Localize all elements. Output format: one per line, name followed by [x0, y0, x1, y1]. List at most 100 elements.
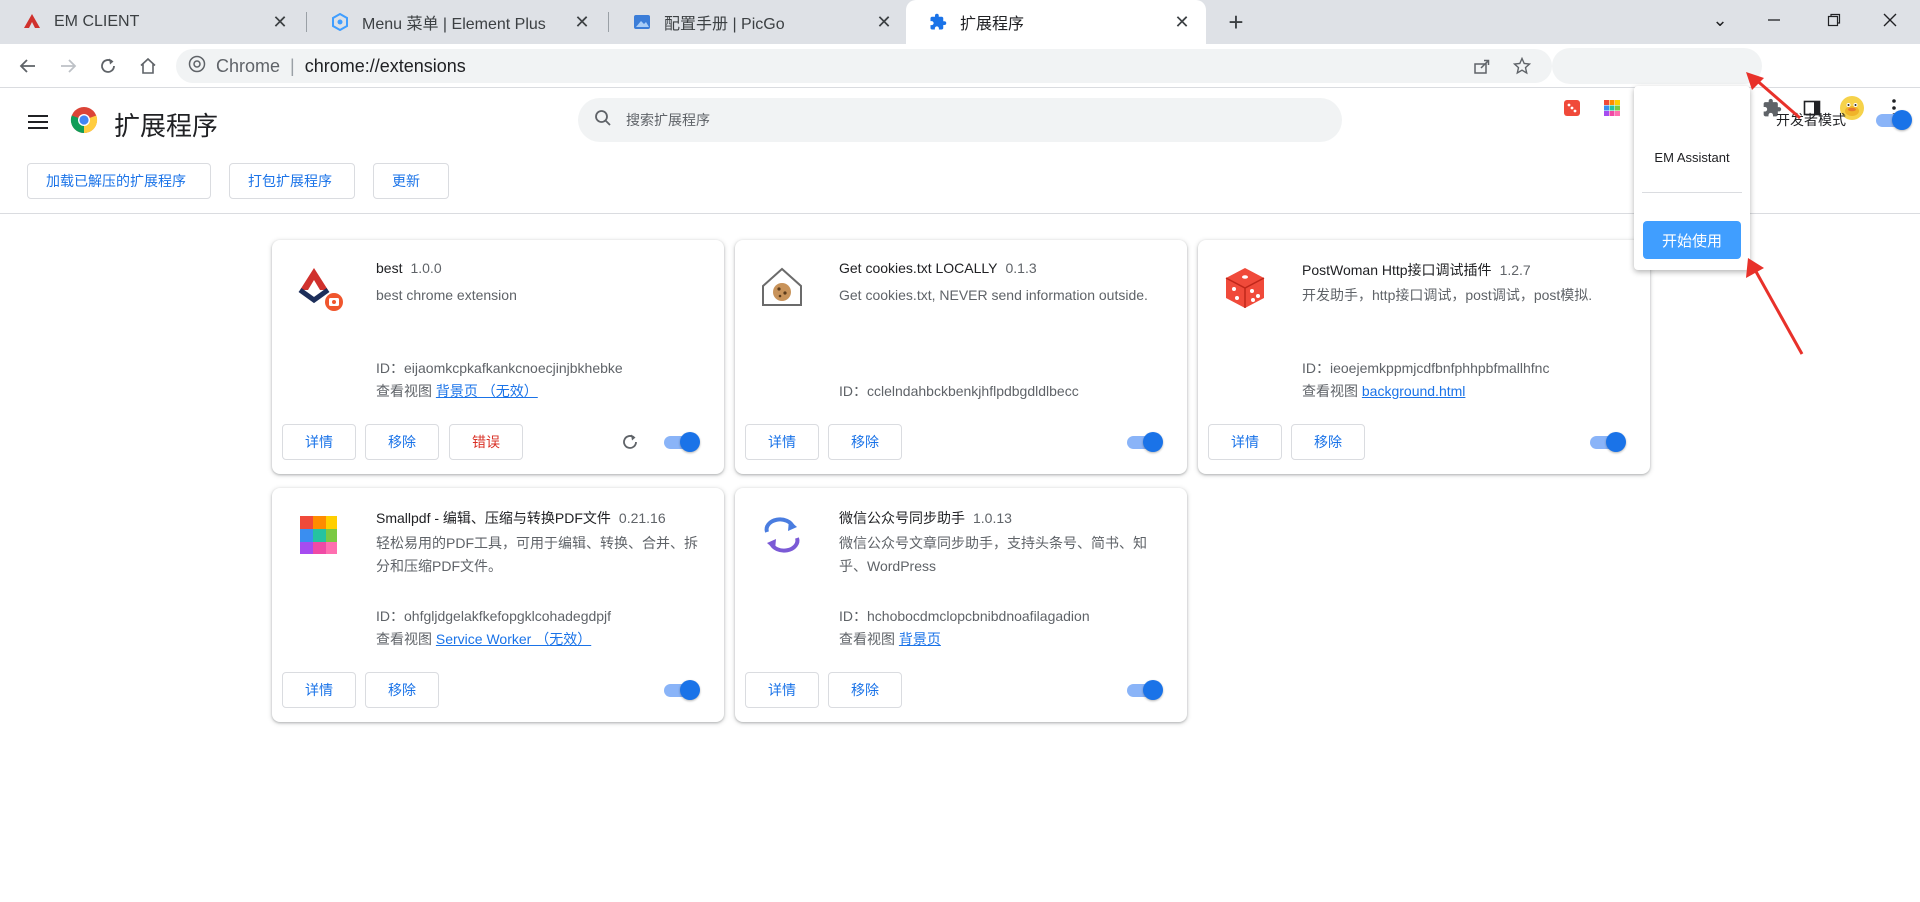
- smallpdf-icon: [294, 510, 344, 560]
- card-footer: 详情 移除: [735, 666, 1187, 722]
- get-started-button[interactable]: 开始使用: [1643, 221, 1741, 259]
- remove-button[interactable]: 移除: [365, 672, 439, 708]
- remove-button[interactable]: 移除: [828, 424, 902, 460]
- tab-strip: EM CLIENT ✕ Menu 菜单 | Element Plus ✕ 配置手…: [0, 0, 1920, 44]
- extension-version: 0.21.16: [618, 510, 666, 526]
- search-input[interactable]: 搜索扩展程序: [578, 98, 1342, 142]
- inspect-view-link[interactable]: background.html: [1362, 383, 1466, 399]
- tab-element-plus[interactable]: Menu 菜单 | Element Plus ✕: [308, 0, 606, 44]
- extension-name-row: Get cookies.txt LOCALLY 0.1.3: [839, 260, 1037, 276]
- extension-description: best chrome extension: [376, 287, 517, 303]
- extension-id: ID：ieoejemkppmjcdfbnfphhpbfmallhfnc: [1302, 360, 1550, 376]
- extension-name: Get cookies.txt LOCALLY: [839, 260, 998, 276]
- details-button[interactable]: 详情: [1208, 424, 1282, 460]
- cookie-house-icon: [757, 262, 807, 312]
- load-unpacked-button[interactable]: 加载已解压的扩展程序: [27, 163, 211, 199]
- remove-button[interactable]: 移除: [365, 424, 439, 460]
- details-button[interactable]: 详情: [282, 672, 356, 708]
- search-placeholder: 搜索扩展程序: [626, 112, 710, 128]
- restore-icon[interactable]: [1806, 0, 1862, 40]
- address-bar[interactable]: Chrome | chrome://extensions: [176, 49, 1552, 83]
- update-button[interactable]: 更新: [373, 163, 449, 199]
- tab-title: 扩展程序: [960, 16, 1025, 33]
- extension-card-get-cookies: Get cookies.txt LOCALLY 0.1.3 Get cookies…: [735, 240, 1187, 474]
- tab-em-client[interactable]: EM CLIENT ✕: [0, 0, 304, 44]
- details-button[interactable]: 详情: [745, 424, 819, 460]
- extension-id: ID：cclelndahbckbenkjhflpdbgdldlbecc: [839, 383, 1079, 399]
- share-icon[interactable]: [1466, 50, 1498, 82]
- close-window-icon[interactable]: [1862, 0, 1918, 40]
- bookmark-star-icon[interactable]: [1506, 50, 1538, 82]
- details-button[interactable]: 详情: [745, 672, 819, 708]
- enable-toggle[interactable]: [664, 432, 700, 452]
- reload-extension-icon[interactable]: [618, 430, 642, 454]
- minimize-icon[interactable]: [1746, 0, 1802, 40]
- pack-extension-button[interactable]: 打包扩展程序: [229, 163, 355, 199]
- forward-icon[interactable]: [52, 50, 84, 82]
- developer-mode-toggle[interactable]: [1876, 110, 1912, 130]
- tab-title: EM CLIENT: [54, 13, 140, 30]
- remove-button[interactable]: 移除: [828, 672, 902, 708]
- tab-divider: [306, 12, 307, 32]
- popup-divider: [1642, 192, 1742, 193]
- tab-divider: [608, 12, 609, 32]
- extension-version: 1.0.0: [410, 260, 442, 276]
- extensions-header: 扩展程序 搜索扩展程序 开发者模式 加载已解压的扩展程序 打包扩展程序 更新: [0, 88, 1920, 214]
- back-icon[interactable]: [12, 50, 44, 82]
- errors-button[interactable]: 错误: [449, 424, 523, 460]
- details-button[interactable]: 详情: [282, 424, 356, 460]
- extension-name: best: [376, 260, 403, 276]
- extension-name-row: best 1.0.0: [376, 260, 442, 276]
- url-text[interactable]: chrome://extensions: [305, 56, 466, 77]
- new-tab-button[interactable]: +: [1220, 6, 1252, 38]
- tab-extensions[interactable]: 扩展程序 ✕: [906, 0, 1206, 44]
- extension-description: Get cookies.txt, NEVER send information …: [839, 287, 1148, 303]
- tab-close-icon[interactable]: ✕: [270, 12, 290, 32]
- puzzle-icon: [928, 12, 948, 32]
- extension-name-row: PostWoman Http接口调试插件 1.2.7: [1302, 260, 1531, 280]
- enable-toggle[interactable]: [1127, 432, 1163, 452]
- inspect-views: 查看视图 背景页 （无效）: [376, 383, 538, 399]
- tab-search-chevron-icon[interactable]: ⌄: [1692, 0, 1748, 40]
- tab-title: 配置手册 | PicGo: [664, 16, 785, 33]
- extension-toolbar: [1552, 48, 1762, 84]
- extension-version: 1.2.7: [1499, 262, 1531, 278]
- enable-toggle[interactable]: [1127, 680, 1163, 700]
- reload-icon[interactable]: [92, 50, 124, 82]
- inspect-views: 查看视图 背景页: [839, 631, 941, 647]
- hamburger-menu-icon[interactable]: [28, 108, 56, 136]
- extension-card-wechat-sync: 微信公众号同步助手 1.0.13 微信公众号文章同步助手，支持头条号、简书、知乎、…: [735, 488, 1187, 722]
- remove-button[interactable]: 移除: [1291, 424, 1365, 460]
- inspect-view-link[interactable]: 背景页: [899, 631, 941, 647]
- tab-title: Menu 菜单 | Element Plus: [362, 16, 546, 33]
- home-icon[interactable]: [132, 50, 164, 82]
- chrome-logo-icon: [70, 106, 98, 134]
- card-footer: 详情 移除: [272, 666, 724, 722]
- enable-toggle[interactable]: [664, 680, 700, 700]
- annotation-arrow-up-icon: [1746, 72, 1801, 120]
- inspect-view-link[interactable]: Service Worker （无效）: [436, 631, 591, 647]
- extension-card-postwoman: PostWoman Http接口调试插件 1.2.7 开发助手，http接口调试，…: [1198, 240, 1650, 474]
- extension-id: ID：hchobocdmclopcbnibdnoafilagadion: [839, 608, 1090, 624]
- extension-id: ID：ohfgljdgelakfkefopgklcohadegdpjf: [376, 608, 612, 624]
- tab-close-icon[interactable]: ✕: [1172, 12, 1192, 32]
- postwoman-dice-icon: [1220, 262, 1270, 312]
- tab-picgo[interactable]: 配置手册 | PicGo ✕: [610, 0, 908, 44]
- element-plus-icon: [330, 12, 350, 32]
- em-client-icon: [22, 12, 42, 32]
- sync-assistant-icon: [757, 510, 807, 560]
- extension-name-row: 微信公众号同步助手 1.0.13: [839, 508, 1012, 528]
- tab-close-icon[interactable]: ✕: [572, 12, 592, 32]
- extension-description: 微信公众号文章同步助手，支持头条号、简书、知乎、WordPress: [839, 535, 1147, 574]
- extension-name: PostWoman Http接口调试插件: [1302, 262, 1492, 278]
- card-footer: 详情 移除: [1198, 418, 1650, 474]
- page-title: 扩展程序: [114, 111, 219, 141]
- enable-toggle[interactable]: [1590, 432, 1626, 452]
- tab-close-icon[interactable]: ✕: [874, 12, 894, 32]
- card-footer: 详情 移除: [735, 418, 1187, 474]
- inspect-views: 查看视图 background.html: [1302, 383, 1466, 399]
- inspect-view-link[interactable]: 背景页 （无效）: [436, 383, 538, 399]
- search-icon: [594, 109, 612, 132]
- extension-name-row: Smallpdf - 编辑、压缩与转换PDF文件 0.21.16: [376, 508, 666, 528]
- extension-name: 微信公众号同步助手: [839, 510, 965, 526]
